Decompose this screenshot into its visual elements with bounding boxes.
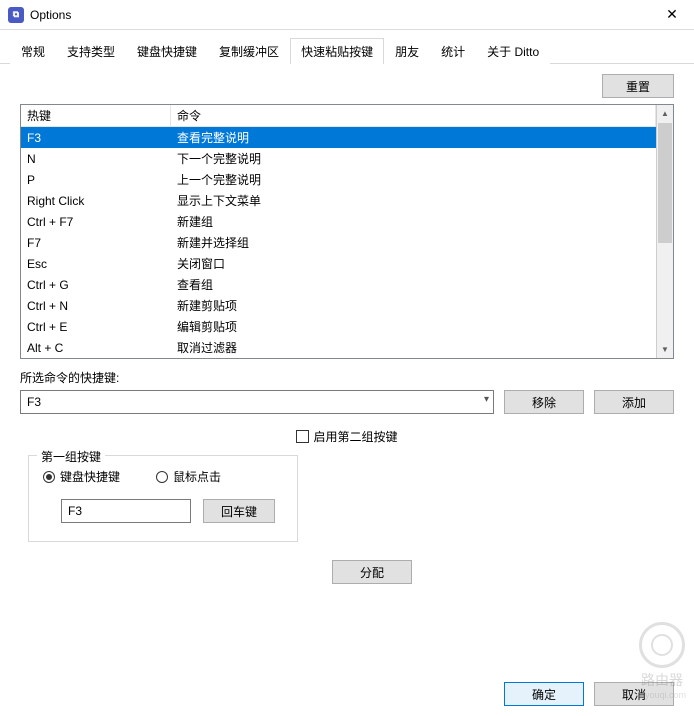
- cell-command: 编辑剪贴项: [171, 317, 656, 336]
- cell-command: 新建组: [171, 212, 656, 231]
- app-icon: ⧉: [8, 7, 24, 23]
- hotkey-table: 热键 命令 F3查看完整说明N下一个完整说明P上一个完整说明Right Clic…: [20, 104, 674, 359]
- cell-command: 查看完整说明: [171, 128, 656, 147]
- table-row[interactable]: Ctrl + G查看组: [21, 274, 656, 295]
- tab-7[interactable]: 关于 Ditto: [476, 38, 550, 64]
- cell-hotkey: Right Click: [21, 193, 171, 209]
- cell-hotkey: Esc: [21, 256, 171, 272]
- cell-hotkey: F7: [21, 235, 171, 251]
- assign-button[interactable]: 分配: [332, 560, 412, 584]
- radio-mouse[interactable]: 鼠标点击: [156, 468, 221, 485]
- table-row[interactable]: Ctrl + N新建剪贴项: [21, 295, 656, 316]
- cell-hotkey: Ctrl + N: [21, 298, 171, 314]
- cell-hotkey: P: [21, 172, 171, 188]
- radio-keyboard-dot: [43, 471, 55, 483]
- cell-command: 取消过滤器: [171, 338, 656, 357]
- reset-button[interactable]: 重置: [602, 74, 674, 98]
- table-row[interactable]: P上一个完整说明: [21, 169, 656, 190]
- cell-hotkey: Ctrl + G: [21, 277, 171, 293]
- title-bar: ⧉ Options ✕: [0, 0, 694, 30]
- dialog-footer: 确定 取消: [504, 682, 674, 706]
- cell-command: 查看组: [171, 275, 656, 294]
- cell-command: 显示上下文菜单: [171, 191, 656, 210]
- tab-2[interactable]: 键盘快捷键: [126, 38, 208, 64]
- cell-command: 新建剪贴项: [171, 296, 656, 315]
- cell-hotkey: Ctrl + F7: [21, 214, 171, 230]
- ok-button[interactable]: 确定: [504, 682, 584, 706]
- group1-legend: 第一组按键: [37, 448, 105, 465]
- table-row[interactable]: F7新建并选择组: [21, 232, 656, 253]
- cell-command: 关闭窗口: [171, 254, 656, 273]
- tab-0[interactable]: 常规: [10, 38, 56, 64]
- cell-hotkey: F3: [21, 130, 171, 146]
- scroll-down-icon[interactable]: ▼: [657, 341, 673, 358]
- cell-hotkey: Alt + C: [21, 340, 171, 356]
- radio-mouse-label: 鼠标点击: [173, 468, 221, 485]
- cell-hotkey: N: [21, 151, 171, 167]
- table-row[interactable]: Right Click显示上下文菜单: [21, 190, 656, 211]
- selected-hotkey-label: 所选命令的快捷键:: [20, 369, 674, 386]
- remove-button[interactable]: 移除: [504, 390, 584, 414]
- cell-command: 下一个完整说明: [171, 149, 656, 168]
- radio-keyboard[interactable]: 键盘快捷键: [43, 468, 120, 485]
- tab-bar: 常规支持类型键盘快捷键复制缓冲区快速粘贴按键朋友统计关于 Ditto: [0, 36, 694, 64]
- table-row[interactable]: Ctrl + F7新建组: [21, 211, 656, 232]
- tab-5[interactable]: 朋友: [384, 38, 430, 64]
- scrollbar[interactable]: ▲ ▼: [656, 105, 673, 358]
- scroll-up-icon[interactable]: ▲: [657, 105, 673, 122]
- table-row[interactable]: F3查看完整说明: [21, 127, 656, 148]
- cell-command: 上一个完整说明: [171, 170, 656, 189]
- enable-second-label[interactable]: 启用第二组按键: [313, 428, 397, 445]
- hotkey-combo-value: F3: [27, 395, 41, 409]
- hotkey-combo[interactable]: F3 ▾: [20, 390, 494, 414]
- tab-1[interactable]: 支持类型: [56, 38, 126, 64]
- tab-4[interactable]: 快速粘贴按键: [290, 38, 384, 64]
- add-button[interactable]: 添加: [594, 390, 674, 414]
- col-command[interactable]: 命令: [171, 105, 656, 126]
- table-header: 热键 命令: [21, 105, 656, 127]
- cell-hotkey: Ctrl + E: [21, 319, 171, 335]
- col-hotkey[interactable]: 热键: [21, 105, 171, 126]
- table-row[interactable]: Alt + C取消过滤器: [21, 337, 656, 358]
- table-row[interactable]: Esc关闭窗口: [21, 253, 656, 274]
- group1-fieldset: 第一组按键 键盘快捷键 鼠标点击 回车键: [28, 455, 298, 542]
- table-row[interactable]: N下一个完整说明: [21, 148, 656, 169]
- radio-keyboard-label: 键盘快捷键: [60, 468, 120, 485]
- tab-6[interactable]: 统计: [430, 38, 476, 64]
- scroll-thumb[interactable]: [658, 123, 672, 243]
- close-button[interactable]: ✕: [652, 1, 692, 29]
- enter-button[interactable]: 回车键: [203, 499, 275, 523]
- window-title: Options: [30, 8, 652, 22]
- radio-mouse-dot: [156, 471, 168, 483]
- cancel-button[interactable]: 取消: [594, 682, 674, 706]
- chevron-down-icon: ▾: [484, 394, 489, 405]
- cell-command: 新建并选择组: [171, 233, 656, 252]
- hotkey-input[interactable]: [61, 499, 191, 523]
- enable-second-checkbox[interactable]: [296, 430, 309, 443]
- tab-3[interactable]: 复制缓冲区: [208, 38, 290, 64]
- table-row[interactable]: Ctrl + E编辑剪贴项: [21, 316, 656, 337]
